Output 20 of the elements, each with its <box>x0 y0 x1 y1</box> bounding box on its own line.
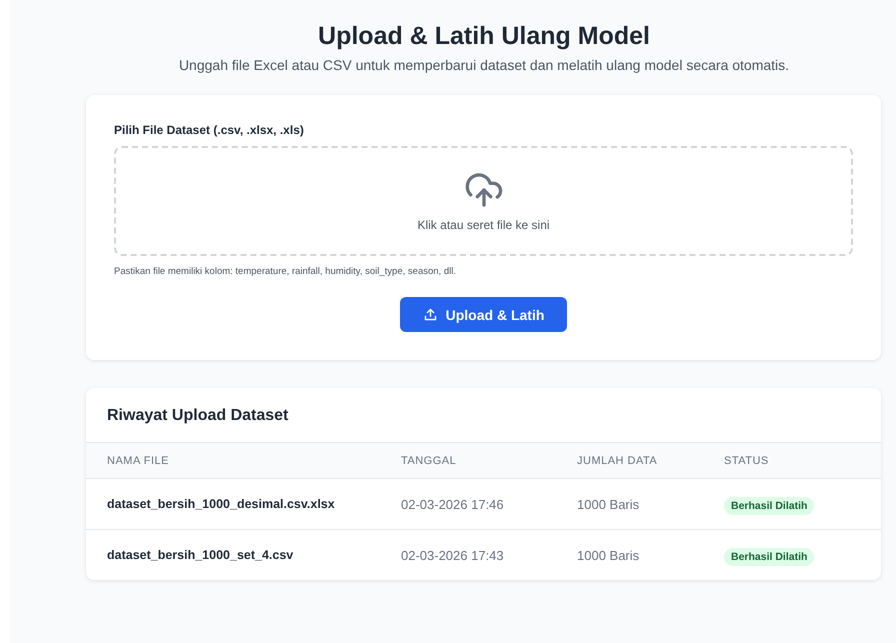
page-title: Upload & Latih Ulang Model <box>317 22 651 51</box>
file-name: dataset_bersih_1000_desimal.csv.xlsx <box>107 497 335 511</box>
count-cell: 1000 Baris <box>577 548 640 562</box>
page-subtitle: Unggah file Excel atau CSV untuk memperbarui dataset dan melatih ulang model secara otomatis. <box>178 57 790 73</box>
status-badge: Berhasil Dilatih <box>724 548 814 566</box>
upload-button[interactable]: Upload & Latih <box>400 297 567 332</box>
count-cell: 1000 Baris <box>577 496 640 512</box>
status-badge: Berhasil Dilatih <box>724 497 814 515</box>
upload-icon <box>422 307 438 322</box>
date-cell: 02-03-2026 17:43 <box>401 548 504 562</box>
column-header: STATUS <box>724 454 769 466</box>
column-header: JUMLAH DATA <box>577 454 658 466</box>
column-header: TANGGAL <box>401 454 456 466</box>
file-dropzone[interactable]: Klik atau seret file ke sini <box>114 146 853 256</box>
dropzone-text: Klik atau seret file ke sini <box>417 218 550 232</box>
date-cell: 02-03-2026 17:46 <box>401 496 504 512</box>
hint-text: Pastikan file memiliki kolom: temperature, rainfall, humidity, soil_type, season, dll. <box>114 266 457 277</box>
column-header: NAMA FILE <box>107 454 169 466</box>
field-label: Pilih File Dataset (.csv, .xlsx, .xls) <box>114 123 305 137</box>
file-name: dataset_bersih_1000_set_4.csv <box>107 548 294 562</box>
